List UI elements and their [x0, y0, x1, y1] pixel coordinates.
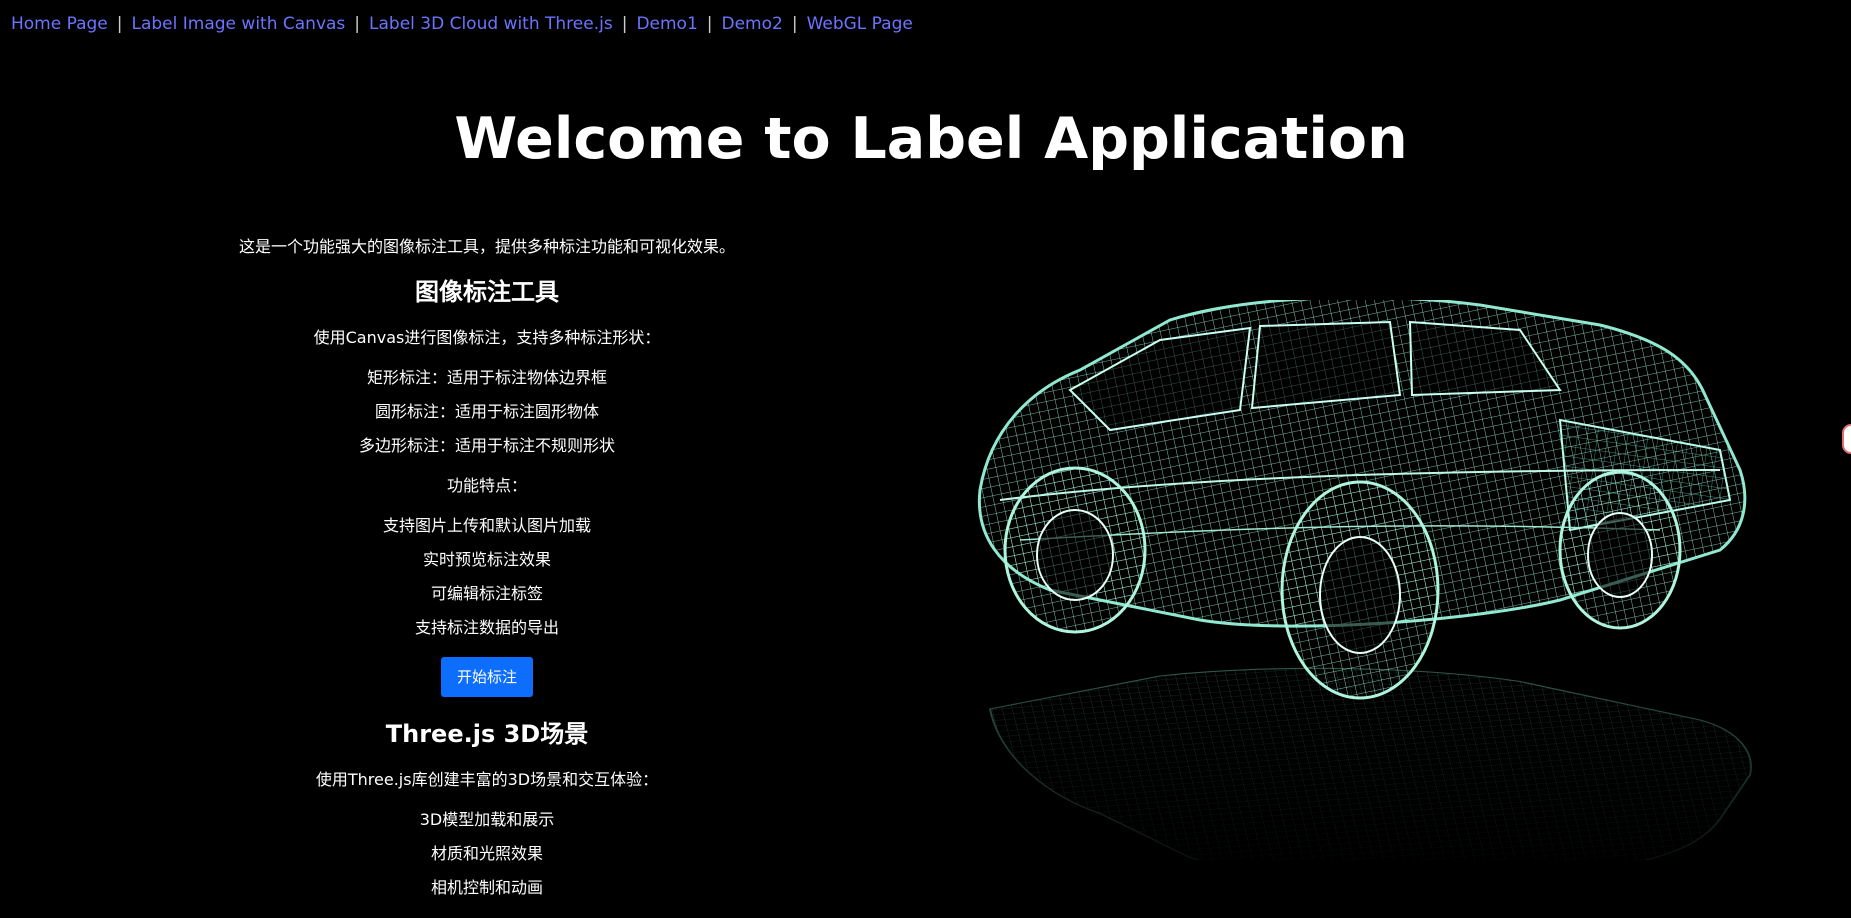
nav-separator: | [706, 14, 713, 34]
shape-item-polygon: 多边形标注：适用于标注不规则形状 [358, 436, 615, 455]
feature-item: 实时预览标注效果 [422, 550, 551, 569]
nav-link-home[interactable]: Home Page [11, 14, 108, 34]
start-labeling-button[interactable]: 开始标注 [440, 657, 533, 697]
nav-link-webgl[interactable]: WebGL Page [807, 14, 913, 34]
image-tool-heading: 图像标注工具 [415, 278, 559, 306]
threejs-item: 相机控制和动画 [430, 878, 543, 897]
threejs-heading: Three.js 3D场景 [385, 720, 589, 748]
threejs-item: 材质和光照效果 [430, 844, 543, 863]
content-column: 这是一个功能强大的图像标注工具，提供多种标注功能和可视化效果。 图像标注工具 使… [180, 233, 794, 905]
feature-item: 可编辑标注标签 [430, 584, 543, 603]
threejs-desc: 使用Three.js库创建丰富的3D场景和交互体验： [315, 770, 659, 789]
nav-link-label-3d-cloud[interactable]: Label 3D Cloud with Three.js [369, 14, 613, 34]
nav-separator: | [621, 14, 628, 34]
nav-link-demo2[interactable]: Demo2 [722, 14, 783, 34]
intro-text: 这是一个功能强大的图像标注工具，提供多种标注功能和可视化效果。 [238, 237, 735, 256]
threejs-item: 3D模型加载和展示 [419, 810, 555, 829]
feature-item: 支持图片上传和默认图片加载 [382, 516, 591, 535]
side-scroll-handle[interactable] [1842, 424, 1851, 454]
nav-link-demo1[interactable]: Demo1 [636, 14, 697, 34]
feature-item: 支持标注数据的导出 [414, 618, 559, 637]
wireframe-car-image [960, 300, 1780, 860]
page-title: Welcome to Label Application [454, 106, 1408, 172]
nav-separator: | [354, 14, 361, 34]
image-tool-desc: 使用Canvas进行图像标注，支持多种标注形状： [313, 328, 661, 347]
nav-separator: | [791, 14, 798, 34]
features-title: 功能特点： [446, 476, 527, 495]
shape-item-circle: 圆形标注：适用于标注圆形物体 [374, 402, 599, 421]
top-nav: Home Page | Label Image with Canvas | Label … [11, 12, 913, 36]
nav-link-label-image[interactable]: Label Image with Canvas [132, 14, 346, 34]
nav-separator: | [116, 14, 123, 34]
shape-item-rect: 矩形标注：适用于标注物体边界框 [366, 368, 607, 387]
